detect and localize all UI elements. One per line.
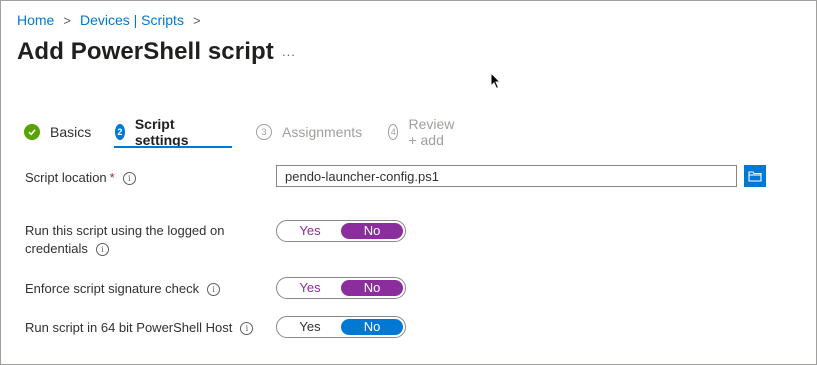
script-location-label: Script location * i bbox=[25, 169, 136, 187]
64bit-host-toggle[interactable]: Yes No bbox=[276, 316, 406, 338]
label-line-2-wrap: credentials i bbox=[25, 240, 224, 258]
step-review-add[interactable]: 4 Review + add bbox=[388, 116, 460, 148]
step-number: 4 bbox=[388, 124, 399, 140]
logged-on-credentials-label: Run this script using the logged on cred… bbox=[25, 222, 224, 258]
toggle-no[interactable]: No bbox=[341, 319, 403, 335]
64bit-host-label: Run script in 64 bit PowerShell Host i bbox=[25, 319, 254, 337]
step-label: Basics bbox=[50, 124, 92, 140]
signature-check-toggle[interactable]: Yes No bbox=[276, 277, 406, 299]
info-icon[interactable]: i bbox=[207, 283, 221, 297]
toggle-yes[interactable]: Yes bbox=[279, 223, 341, 239]
browse-file-button[interactable] bbox=[744, 165, 766, 187]
info-icon[interactable]: i bbox=[240, 322, 254, 336]
chevron-right-icon: > bbox=[63, 12, 71, 28]
checkmark-icon bbox=[24, 124, 40, 140]
breadcrumb-devices-scripts[interactable]: Devices | Scripts bbox=[80, 12, 184, 28]
label-text: Run script in 64 bit PowerShell Host bbox=[25, 320, 233, 335]
step-script-settings[interactable]: 2 Script settings bbox=[115, 116, 195, 148]
step-assignments[interactable]: 3 Assignments bbox=[256, 121, 362, 143]
label-text: Enforce script signature check bbox=[25, 281, 200, 296]
step-number: 3 bbox=[256, 124, 272, 140]
toggle-yes[interactable]: Yes bbox=[279, 319, 341, 335]
info-icon[interactable]: i bbox=[122, 172, 136, 186]
label-line-2: credentials bbox=[25, 241, 88, 256]
step-number: 2 bbox=[115, 124, 125, 140]
step-label: Assignments bbox=[282, 124, 363, 140]
toggle-no[interactable]: No bbox=[341, 280, 403, 296]
breadcrumb: Home > Devices | Scripts > bbox=[17, 12, 210, 28]
page-title: Add PowerShell script bbox=[17, 38, 274, 65]
more-options-button[interactable]: ... bbox=[282, 44, 296, 59]
signature-check-label: Enforce script signature check i bbox=[25, 280, 221, 298]
folder-icon bbox=[748, 171, 762, 182]
script-location-input[interactable] bbox=[276, 165, 737, 187]
breadcrumb-home[interactable]: Home bbox=[17, 12, 54, 28]
chevron-right-icon: > bbox=[192, 12, 201, 28]
step-basics[interactable]: Basics bbox=[24, 121, 91, 143]
info-icon[interactable]: i bbox=[95, 243, 109, 257]
toggle-yes[interactable]: Yes bbox=[279, 280, 341, 296]
toggle-no[interactable]: No bbox=[341, 223, 403, 239]
required-indicator: * bbox=[109, 170, 115, 185]
step-label: Review + add bbox=[408, 116, 455, 148]
label-line-1: Run this script using the logged on bbox=[25, 223, 225, 238]
logged-on-credentials-toggle[interactable]: Yes No bbox=[276, 220, 406, 242]
label-text: Script location bbox=[25, 170, 107, 185]
active-step-indicator bbox=[114, 146, 232, 148]
step-label: Script settings bbox=[134, 116, 189, 148]
mouse-cursor-icon bbox=[490, 72, 502, 90]
